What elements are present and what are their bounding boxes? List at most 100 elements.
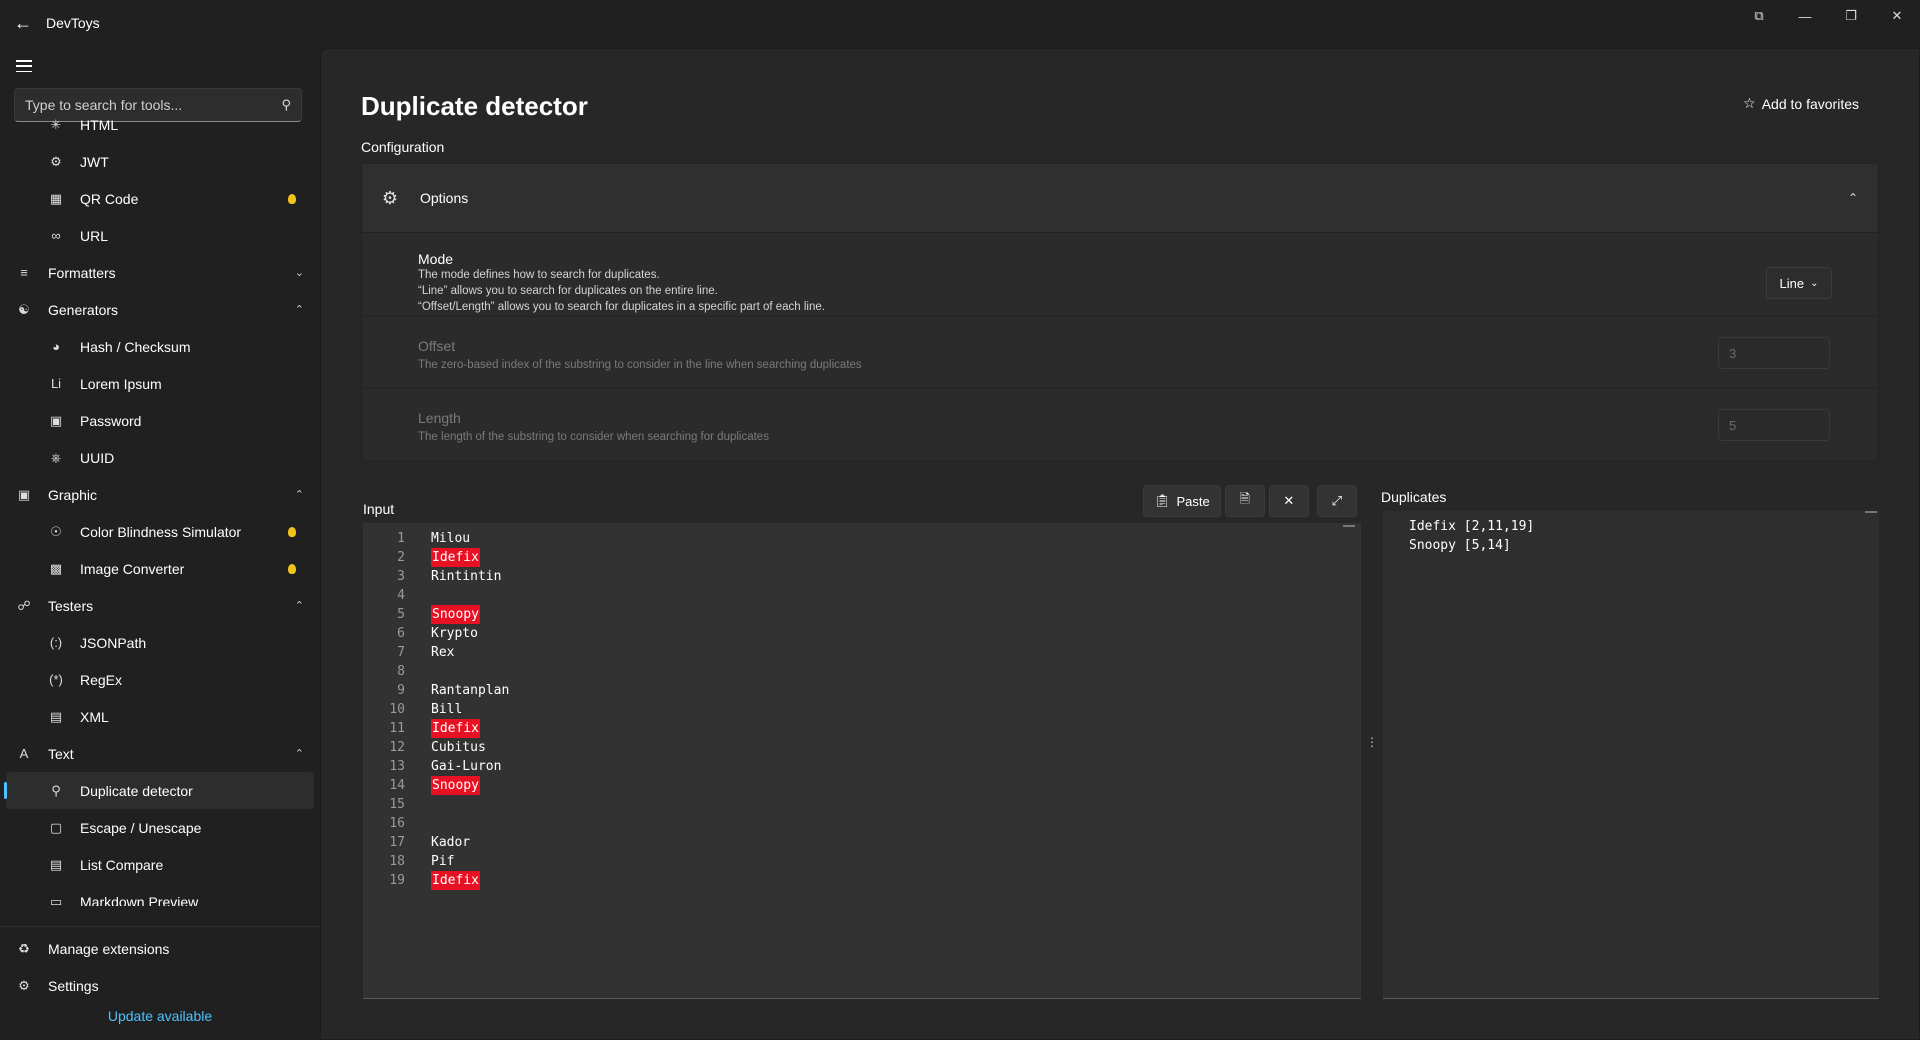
line-text: Kador (431, 835, 471, 850)
sidebar-item-password[interactable]: ▣ Password (6, 402, 314, 439)
chevron-up-icon[interactable]: ⌃ (1848, 191, 1858, 205)
sidebar-item-generators[interactable]: ☯ Generators ⌃ (6, 291, 314, 328)
sidebar-item-jwt[interactable]: ⚙ JWT (6, 143, 314, 180)
splitter-grip-icon[interactable]: ⋮⋮ (1366, 735, 1390, 755)
code-line: 13 Gai-Luron (363, 757, 501, 776)
chevron-down-icon[interactable]: ⌄ (295, 266, 304, 279)
mode-dropdown-value: Line (1779, 275, 1805, 291)
new-lightbulb-icon (288, 193, 296, 204)
sidebar-item-label: Generators (48, 301, 119, 318)
gear-icon: ⚙ (18, 977, 30, 993)
sidebar-item-text[interactable]: A Text ⌃ (6, 735, 314, 772)
duplicate-result: Idefix [2,11,19] (1409, 519, 1535, 534)
markdown-icon: ▭ (49, 893, 63, 907)
sidebar-item-graphic[interactable]: ▣ Graphic ⌃ (6, 476, 314, 513)
restore-icon[interactable]: ❐ (1828, 0, 1874, 32)
code-line: 12 Cubitus (363, 738, 485, 757)
code-line: 18 Pif (363, 852, 454, 871)
line-text: Pif (431, 854, 455, 869)
paste-label: Paste (1176, 493, 1210, 509)
mode-dropdown[interactable]: Line ⌄ (1766, 267, 1832, 299)
sidebar-item-label: Manage extensions (48, 940, 170, 957)
sidebar-item-settings[interactable]: ⚙ Settings (6, 967, 314, 1004)
sidebar-item-markdown-preview[interactable]: ▭ Markdown Preview (6, 883, 314, 907)
sidebar-item-formatters[interactable]: ≡ Formatters ⌄ (6, 254, 314, 291)
chevron-up-icon[interactable]: ⌃ (295, 488, 304, 501)
input-toolbar: 📋︎ Paste 🗎︎ ✕ ⤢ (1143, 485, 1357, 517)
html-icon: ✳ (50, 116, 62, 132)
line-number: 10 (389, 702, 405, 717)
sidebar-item-regex[interactable]: (*) RegEx (6, 661, 314, 698)
mode-description-3: “Offset/Length” allows you to search for… (418, 301, 825, 313)
code-line: 1 Milou (363, 529, 470, 548)
qr-icon: ▦ (49, 190, 63, 206)
update-available-link[interactable]: Update available (0, 1008, 320, 1024)
hamburger-menu-icon[interactable] (14, 58, 34, 74)
duplicate-highlight: Snoopy (431, 605, 480, 624)
line-number: 12 (389, 740, 405, 755)
escape-icon: ▢ (49, 819, 63, 835)
options-expander[interactable]: ⚙ Options ⌃ (361, 163, 1879, 233)
line-number: 3 (397, 569, 405, 584)
mode-setting: Mode The mode defines how to search for … (361, 233, 1879, 317)
sidebar-item-html[interactable]: ✳ HTML (6, 106, 314, 143)
sidebar-item-color-blindness-simulator[interactable]: ☉ Color Blindness Simulator (6, 513, 314, 550)
line-text: Bill (431, 702, 463, 717)
back-arrow-icon[interactable]: ← (0, 0, 46, 46)
output-scrollbar[interactable] (1865, 511, 1877, 513)
length-description: The length of the substring to consider … (418, 431, 769, 443)
sidebar-item-qr-code[interactable]: ▦ QR Code (6, 180, 314, 217)
sidebar-item-jsonpath[interactable]: (:) JSONPath (6, 624, 314, 661)
line-number: 9 (397, 683, 405, 698)
input-editor[interactable]: 1 Milou 2 Idefix 3 Rintintin 4 5 Snoopy 6 Krypto 7 R… (363, 523, 1361, 999)
options-label: Options (420, 190, 469, 206)
line-number: 1 (397, 531, 405, 546)
add-to-favorites-button[interactable]: ☆ Add to favorites (1743, 95, 1859, 112)
chevron-up-icon[interactable]: ⌃ (295, 303, 304, 316)
open-file-button[interactable]: 🗎︎ (1224, 485, 1265, 517)
duplicates-output[interactable]: Idefix [2,11,19] Snoopy [5,14] (1383, 511, 1879, 999)
line-text: Krypto (431, 626, 478, 641)
sidebar-item-uuid[interactable]: ⎈ UUID (6, 439, 314, 476)
length-title: Length (418, 410, 461, 426)
sidebar-item-manage-extensions[interactable]: ♻ Manage extensions (6, 930, 314, 967)
sidebar-item-label: Settings (48, 977, 99, 994)
code-line: 15 (363, 795, 405, 814)
line-text: Milou (431, 531, 471, 546)
sidebar-item-list-compare[interactable]: ▤ List Compare (6, 846, 314, 883)
image-icon: ▣ (17, 486, 31, 502)
clear-button[interactable]: ✕ (1268, 485, 1309, 517)
line-number: 4 (397, 588, 405, 603)
tool-navigation: ✳ HTML ⚙ JWT ▦ QR Code ∞ URL ≡ Formatters ⌄ ☯ Genera… (0, 106, 320, 906)
offset-input[interactable]: 3 (1718, 337, 1830, 369)
sidebar: ⚲ ✳ HTML ⚙ JWT ▦ QR Code ∞ URL ≡ Formatters ⌄ ☯ Gene… (0, 46, 320, 1040)
chevron-up-icon[interactable]: ⌃ (295, 599, 304, 612)
close-icon[interactable]: ✕ (1874, 0, 1920, 32)
sidebar-item-label: Duplicate detector (80, 782, 193, 799)
sidebar-item-xml[interactable]: ▤ XML (6, 698, 314, 735)
line-number: 2 (397, 550, 405, 565)
eye-icon: ☉ (50, 523, 62, 539)
sidebar-item-lorem-ipsum[interactable]: Li Lorem Ipsum (6, 365, 314, 402)
sidebar-item-label: List Compare (80, 856, 164, 873)
paste-button[interactable]: 📋︎ Paste (1143, 485, 1221, 517)
configuration-heading: Configuration (361, 139, 445, 155)
sidebar-item-duplicate-detector[interactable]: ⚲ Duplicate detector (4, 772, 314, 809)
sidebar-item-image-converter[interactable]: ▩ Image Converter (6, 550, 314, 587)
sidebar-item-label: Lorem Ipsum (80, 375, 162, 392)
expand-button[interactable]: ⤢ (1316, 485, 1357, 517)
compact-overlay-icon[interactable]: ⧉ (1736, 0, 1782, 32)
code-line: 6 Krypto (363, 624, 478, 643)
editor-scrollbar[interactable] (1343, 525, 1355, 527)
password-icon: ▣ (49, 412, 63, 428)
length-input[interactable]: 5 (1718, 409, 1830, 441)
sidebar-item-testers[interactable]: ☍ Testers ⌃ (6, 587, 314, 624)
sidebar-item-url[interactable]: ∞ URL (6, 217, 314, 254)
chevron-up-icon[interactable]: ⌃ (295, 747, 304, 760)
list-compare-icon: ▤ (49, 856, 63, 872)
sidebar-item-escape-unescape[interactable]: ▢ Escape / Unescape (6, 809, 314, 846)
minimize-icon[interactable]: — (1782, 0, 1828, 32)
offset-title: Offset (418, 338, 456, 354)
duplicate-highlight: Idefix (431, 719, 480, 738)
sidebar-item-hash-checksum[interactable]: ◕ Hash / Checksum (6, 328, 314, 365)
